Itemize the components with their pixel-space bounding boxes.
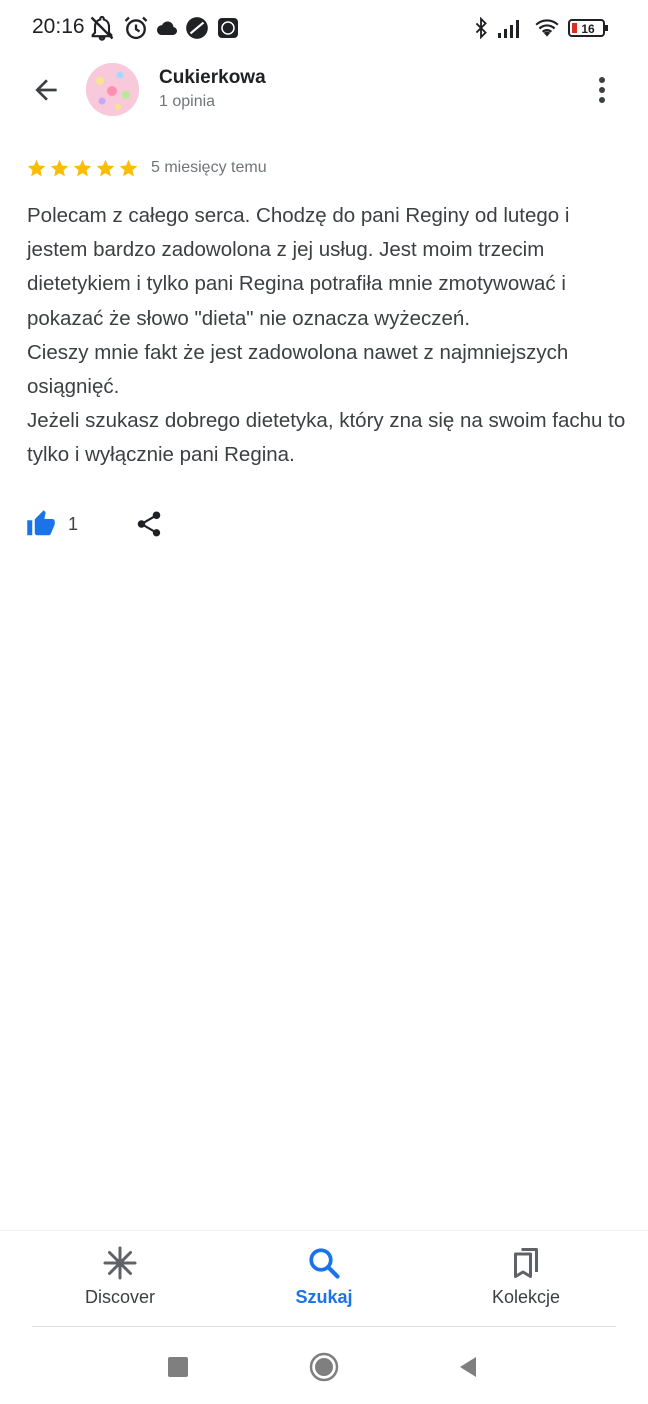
back-button[interactable]	[20, 68, 72, 112]
more-options-button[interactable]	[584, 68, 620, 112]
back-triangle-icon	[460, 1357, 476, 1377]
nav-label: Discover	[84, 1287, 155, 1307]
status-bar: 20:16 16	[0, 0, 648, 56]
wifi-icon	[532, 14, 562, 42]
thumb-up-icon	[27, 510, 55, 536]
status-time: 20:16	[32, 15, 85, 38]
bottom-navigation: Discover Szukaj Kolekcje	[0, 1230, 648, 1326]
recents-icon	[168, 1357, 188, 1377]
system-navigation	[0, 1327, 648, 1404]
review-date: 5 miesięcy temu	[151, 159, 267, 176]
like-count: 1	[68, 513, 79, 534]
asterisk-icon	[103, 1246, 137, 1280]
more-vert-icon	[599, 77, 605, 103]
review-text: Polecam z całego serca. Chodzę do pani R…	[27, 204, 626, 467]
system-back-button[interactable]	[450, 1349, 486, 1385]
alarm-icon	[122, 14, 150, 42]
nav-label: Szukaj	[295, 1287, 353, 1307]
nav-discover[interactable]: Discover	[30, 1245, 210, 1308]
star-icon	[119, 159, 138, 176]
app-icon	[216, 14, 240, 42]
arrow-back-icon	[35, 79, 57, 101]
mute-bell-icon	[88, 14, 116, 42]
battery-icon: 16	[568, 14, 610, 42]
home-button[interactable]	[306, 1349, 342, 1385]
star-icon	[73, 159, 92, 176]
rating-row: 5 miesięcy temu	[26, 155, 267, 181]
review-actions: 1	[24, 504, 164, 544]
share-button[interactable]	[134, 509, 164, 539]
header: Cukierkowa 1 opinia	[0, 56, 648, 128]
reviewer-name[interactable]: Cukierkowa	[159, 67, 266, 89]
battery-level: 16	[581, 22, 595, 36]
share-icon	[137, 511, 161, 537]
home-icon	[309, 1352, 339, 1382]
bluetooth-icon	[470, 14, 492, 42]
like-button[interactable]: 1	[24, 509, 78, 539]
nav-search[interactable]: Szukaj	[234, 1245, 414, 1308]
star-rating	[26, 158, 139, 179]
avatar[interactable]	[86, 63, 139, 116]
search-icon	[309, 1248, 340, 1279]
app-icon	[184, 14, 210, 42]
bookmarks-icon	[514, 1248, 538, 1278]
star-icon	[96, 159, 115, 176]
signal-icon	[496, 14, 524, 42]
star-icon	[27, 159, 46, 176]
nav-label: Kolekcje	[491, 1287, 561, 1307]
nav-collections[interactable]: Kolekcje	[436, 1245, 616, 1308]
screen: 20:16 16 Cukierkowa 1 opinia 5 miesięcy …	[0, 0, 648, 1404]
recents-button[interactable]	[160, 1349, 196, 1385]
star-icon	[50, 159, 69, 176]
reviewer-review-count: 1 opinia	[159, 93, 216, 110]
cloud-icon	[155, 14, 179, 42]
